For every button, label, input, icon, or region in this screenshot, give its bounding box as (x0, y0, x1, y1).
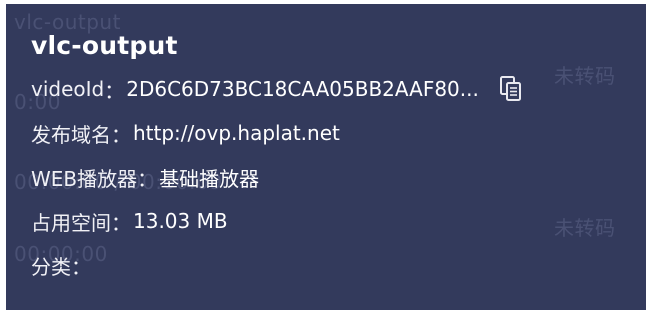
domain-value: http://ovp.haplat.net (133, 121, 340, 145)
video-id-label: videoId (31, 77, 105, 101)
domain-colon: ： (111, 122, 131, 147)
storage-value: 13.03 MB (133, 209, 228, 233)
web-player-label: WEB播放器 (31, 166, 138, 191)
video-info-popover: vlc-output 0:00 00:00:00 / 00:00:09 00:0… (6, 4, 646, 310)
category-colon: ： (71, 254, 91, 279)
web-player-value: 基础播放器 (159, 166, 260, 191)
screenshot-stage: vlc-output 0:00 00:00:00 / 00:00:09 00:0… (0, 0, 655, 318)
popover-content: vlc-output videoId ： 2D6C6D73BC18CAA05BB… (31, 30, 626, 294)
domain-label: 发布域名 (31, 122, 111, 147)
storage-label: 占用空间 (31, 210, 111, 235)
copy-icon-graphic (499, 76, 521, 101)
info-row-storage: 占用空间 ： 13.03 MB (31, 206, 626, 236)
info-row-domain: 发布域名 ： http://ovp.haplat.net (31, 118, 626, 148)
category-label: 分类 (31, 254, 71, 279)
video-title: vlc-output (31, 31, 178, 60)
copy-icon[interactable] (499, 75, 523, 103)
storage-colon: ： (111, 210, 131, 235)
info-row-video-id: videoId ： 2D6C6D73BC18CAA05BB2AAF80... (31, 74, 626, 104)
web-player-colon: ： (137, 166, 158, 191)
video-id-colon: ： (104, 78, 125, 103)
info-row-web-player: WEB播放器 ： 基础播放器 (31, 162, 626, 192)
video-id-value: 2D6C6D73BC18CAA05BB2AAF80... (126, 77, 479, 101)
info-row-category: 分类 ： (31, 250, 626, 280)
